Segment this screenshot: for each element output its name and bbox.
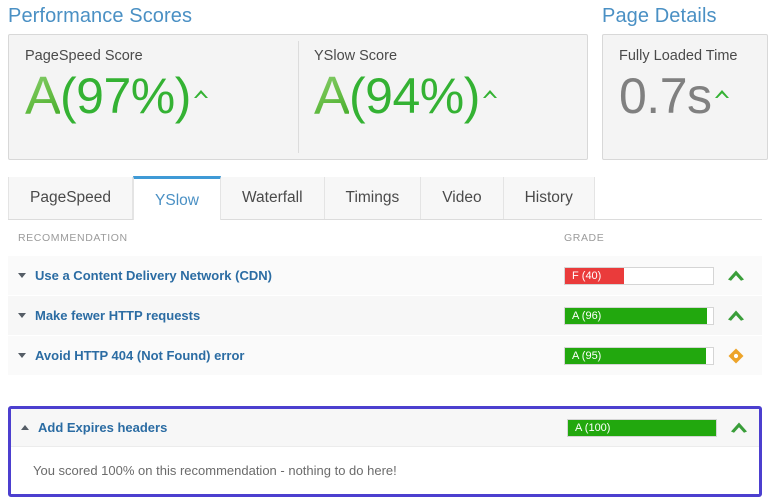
tab-timings[interactable]: Timings	[324, 177, 422, 219]
pagespeed-grade-letter: A	[25, 66, 61, 126]
recommendation-cell[interactable]: Use a Content Delivery Network (CDN)	[8, 268, 564, 283]
recommendation-label[interactable]: Use a Content Delivery Network (CDN)	[35, 268, 272, 283]
pagespeed-grade-percent: (97%)	[60, 68, 191, 124]
page-details-heading: Page Details	[602, 5, 717, 27]
tab-pagespeed[interactable]: PageSpeed	[8, 177, 134, 219]
recommendation-cell[interactable]: Make fewer HTTP requests	[8, 308, 564, 323]
grade-cell: A (100)	[567, 418, 759, 437]
grade-bar-label: A (96)	[572, 309, 602, 322]
grade-bar-track: F (40)	[564, 266, 714, 285]
pagespeed-score-value: A (97%)	[25, 68, 298, 124]
recommendation-label[interactable]: Add Expires headers	[38, 420, 167, 435]
grade-bar-label: A (95)	[572, 349, 602, 362]
triangle-down-icon[interactable]	[18, 273, 26, 278]
grade-bar-track: A (95)	[564, 346, 714, 365]
fully-loaded-time-card[interactable]: Fully Loaded Time 0.7s	[603, 35, 767, 159]
grade-bar-fill: A (100)	[568, 419, 716, 436]
report-tabs-wrap: PageSpeed YSlow Waterfall Timings Video …	[0, 176, 770, 220]
pagespeed-score-label: PageSpeed Score	[25, 48, 143, 64]
grade-bar-fill: A (95)	[565, 347, 706, 364]
performance-scores-panel: PageSpeed Score A (97%) YSlow Score A (9…	[8, 34, 588, 160]
recommendations-list: Use a Content Delivery Network (CDN) F (…	[0, 256, 770, 376]
grade-cell: F (40)	[564, 266, 762, 285]
grade-bar-track: A (100)	[567, 418, 717, 437]
fully-loaded-time-value: 0.7s	[619, 68, 767, 124]
triangle-down-icon[interactable]	[18, 313, 26, 318]
grade-bar-track: A (96)	[564, 306, 714, 325]
column-header-grade: GRADE	[564, 232, 605, 244]
table-row[interactable]: Use a Content Delivery Network (CDN) F (…	[8, 256, 762, 296]
recommendation-label[interactable]: Make fewer HTTP requests	[35, 308, 200, 323]
chevron-up-icon[interactable]	[730, 419, 748, 437]
tab-waterfall[interactable]: Waterfall	[220, 177, 325, 219]
grade-bar-label: F (40)	[572, 269, 602, 282]
pagespeed-score-card[interactable]: PageSpeed Score A (97%)	[9, 35, 298, 159]
tab-video[interactable]: Video	[421, 177, 504, 219]
triangle-down-icon[interactable]	[18, 353, 26, 358]
chevron-up-icon[interactable]	[727, 267, 745, 285]
recommendation-cell[interactable]: Avoid HTTP 404 (Not Found) error	[8, 348, 564, 363]
performance-scores-block: Performance Scores PageSpeed Score A (97…	[8, 4, 588, 160]
performance-scores-heading: Performance Scores	[8, 5, 193, 27]
grade-cell: A (96)	[564, 306, 762, 325]
fully-loaded-time-number: 0.7s	[619, 68, 712, 124]
highlighted-recommendation-group: Add Expires headers A (100) You scored 1…	[8, 406, 762, 497]
grade-bar-label: A (100)	[575, 421, 611, 434]
yslow-score-value: A (94%)	[314, 68, 587, 124]
tab-yslow[interactable]: YSlow	[133, 176, 221, 220]
triangle-up-icon[interactable]	[21, 425, 29, 430]
recommendation-cell[interactable]: Add Expires headers	[11, 420, 567, 435]
yslow-score-card[interactable]: YSlow Score A (94%)	[298, 35, 587, 159]
page-details-panel: Fully Loaded Time 0.7s	[602, 34, 768, 160]
yslow-score-label: YSlow Score	[314, 48, 398, 64]
recommendation-detail-text: You scored 100% on this recommendation -…	[33, 463, 397, 478]
yslow-grade-letter: A	[314, 66, 350, 126]
report-tabs: PageSpeed YSlow Waterfall Timings Video …	[8, 176, 762, 220]
recommendation-label[interactable]: Avoid HTTP 404 (Not Found) error	[35, 348, 244, 363]
tab-history[interactable]: History	[503, 177, 595, 219]
column-header-recommendation: RECOMMENDATION	[18, 232, 128, 244]
grade-bar-fill: F (40)	[565, 267, 625, 284]
chevron-up-icon[interactable]	[727, 307, 745, 325]
grade-bar-fill: A (96)	[565, 307, 708, 324]
table-row[interactable]: Add Expires headers A (100)	[11, 409, 759, 447]
table-row[interactable]: Make fewer HTTP requests A (96)	[8, 296, 762, 336]
fully-loaded-time-label: Fully Loaded Time	[619, 48, 738, 64]
table-row[interactable]: Avoid HTTP 404 (Not Found) error A (95)	[8, 336, 762, 376]
yslow-grade-percent: (94%)	[349, 68, 480, 124]
recommendations-table-header: RECOMMENDATION GRADE	[0, 220, 770, 256]
recommendation-detail-panel: You scored 100% on this recommendation -…	[11, 447, 759, 494]
grade-cell: A (95)	[564, 346, 762, 365]
page-details-block: Page Details Fully Loaded Time 0.7s	[602, 4, 768, 160]
diamond-icon[interactable]	[727, 347, 745, 365]
scores-overview: Performance Scores PageSpeed Score A (97…	[0, 0, 770, 160]
